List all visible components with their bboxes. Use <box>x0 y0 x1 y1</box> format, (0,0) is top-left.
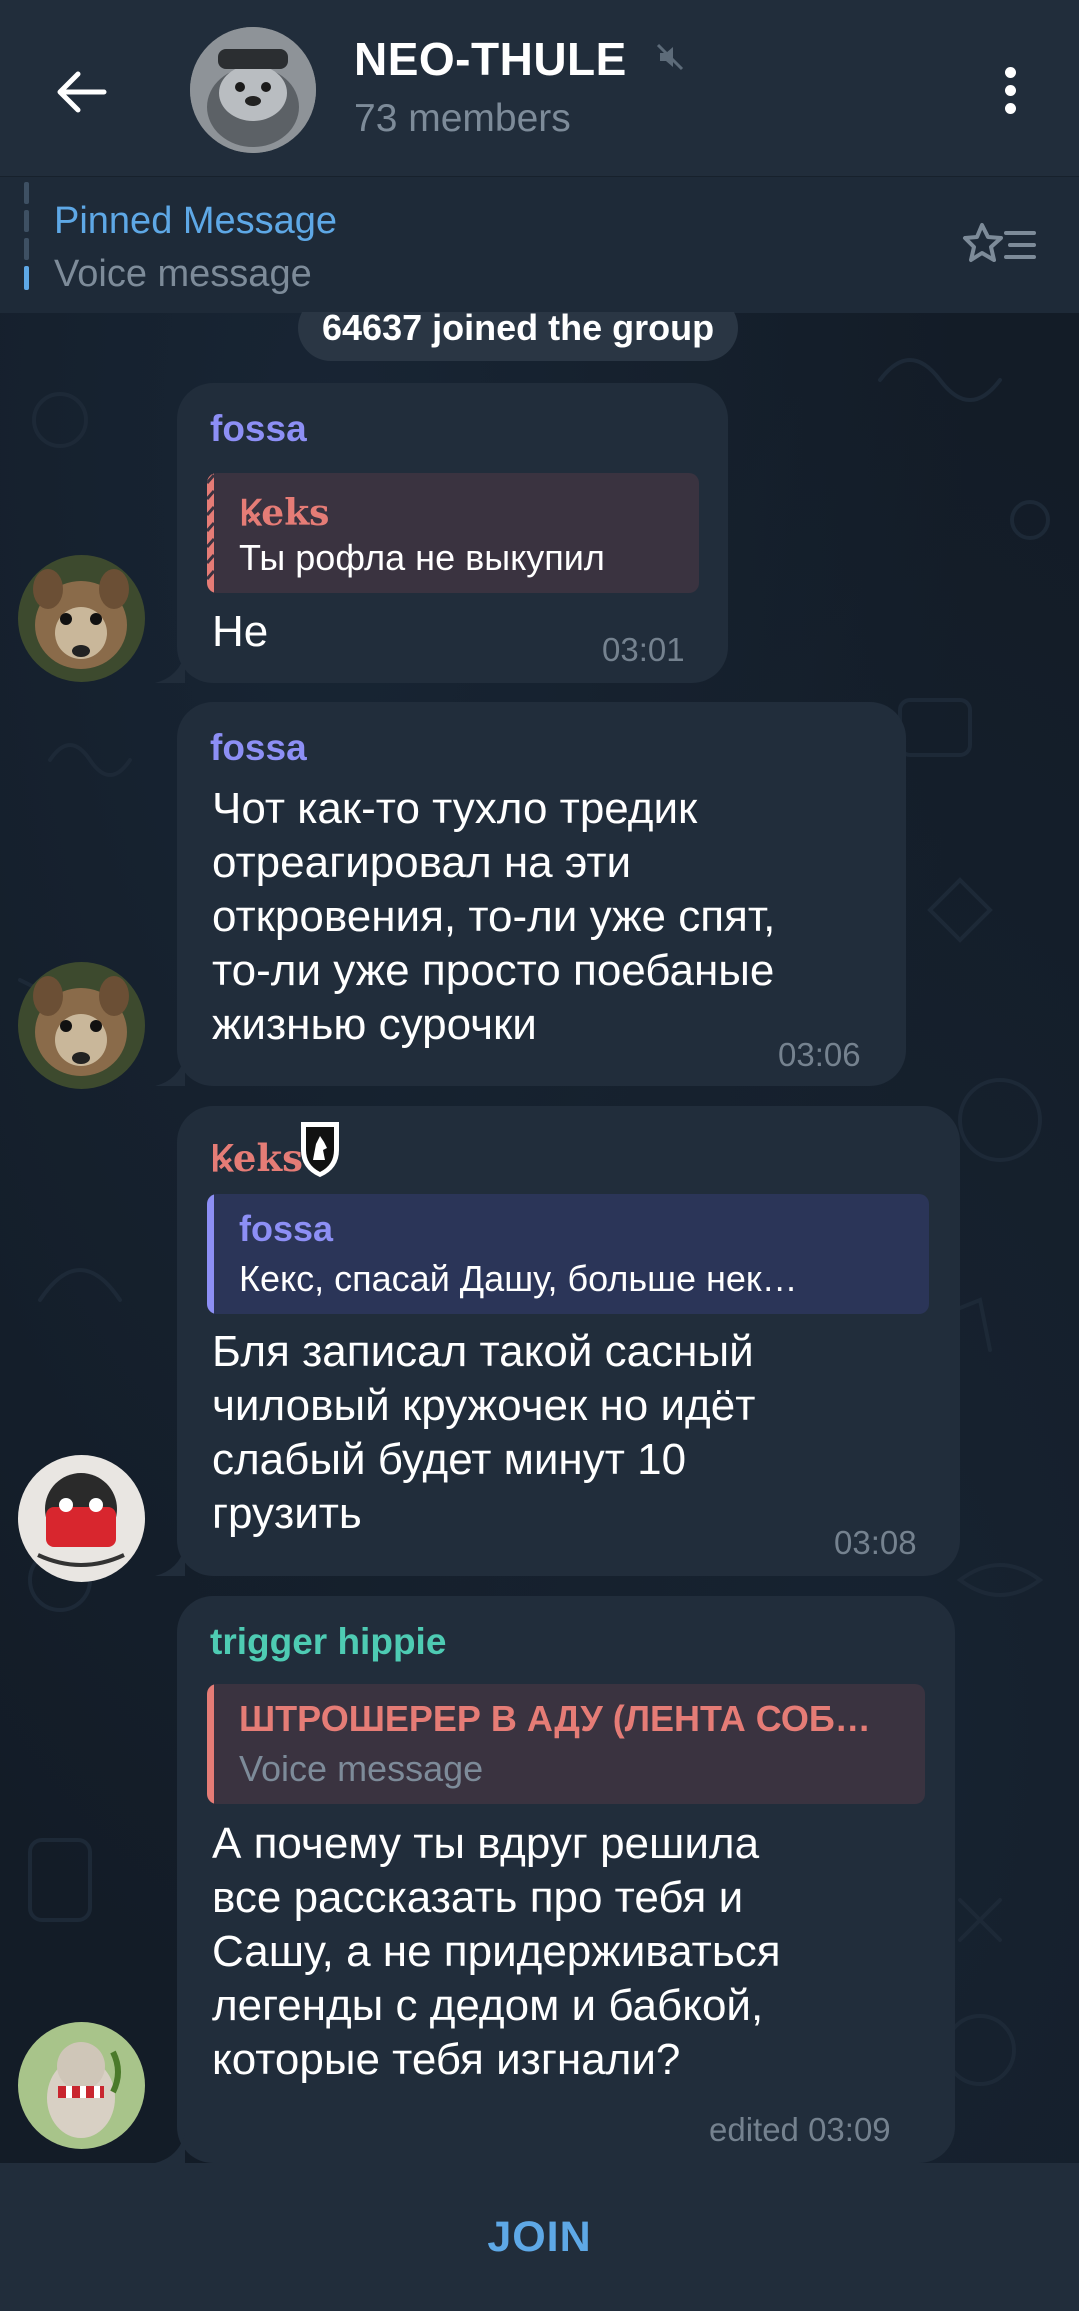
more-dot-icon <box>1004 66 1016 78</box>
more-dot-icon <box>1004 102 1016 114</box>
message-line: которые тебя изгнали? <box>212 2035 681 2084</box>
message-time: 03:06 <box>778 1036 861 1073</box>
back-arrow-icon <box>57 71 107 113</box>
bubble-tail <box>155 653 185 683</box>
reply-quote[interactable]: fossa Кекс, спасай Дашу, больше нек… <box>207 1194 929 1314</box>
reply-text: Ты рофла не выкупил <box>239 537 605 578</box>
message-bubble[interactable]: Ꝃeks fossa Кекс, спасай Дашу, больше нек… <box>155 1106 960 1576</box>
reply-bar <box>207 1684 214 1804</box>
message-line: А почему ты вдруг решила <box>212 1819 760 1868</box>
message-line: жизнью сурочки <box>212 1000 537 1049</box>
reply-sender: Ꝃeks <box>239 492 330 534</box>
sender-avatar-trigger-hippie[interactable] <box>18 2022 145 2149</box>
message-line: отреагировал на эти <box>212 838 632 887</box>
pinned-title: Pinned Message <box>54 200 338 242</box>
reply-bar <box>207 473 214 593</box>
group-avatar[interactable] <box>190 27 316 153</box>
message-line: Сашу, а не придерживаться <box>212 1927 781 1976</box>
message-time: 03:01 <box>602 631 685 668</box>
join-button[interactable]: JOIN <box>487 2213 591 2262</box>
sender-avatar-fossa[interactable] <box>18 962 145 1089</box>
message-line: Бля записал такой сасный <box>212 1327 754 1376</box>
bubble-tail <box>155 1546 185 1576</box>
chat-header: NEO-THULE 73 members <box>0 0 1079 176</box>
more-options-button[interactable] <box>985 55 1035 125</box>
bubble-tail <box>155 2133 185 2163</box>
reply-bar <box>207 1194 214 1314</box>
message-line: все рассказать про тебя и <box>212 1873 744 1922</box>
message-text: Не <box>212 607 269 656</box>
chat-title[interactable]: NEO-THULE <box>354 32 627 86</box>
pinned-message-bar[interactable]: Pinned Message Voice message <box>0 176 1079 313</box>
bubble-tail <box>155 1056 185 1086</box>
sender-name[interactable]: fossa <box>210 727 307 769</box>
reply-sender: fossa <box>239 1208 334 1249</box>
reply-text: Кекс, спасай Дашу, больше нек… <box>239 1258 798 1299</box>
back-button[interactable] <box>40 50 124 134</box>
message-line: откровения, то-ли уже спят, <box>212 892 776 941</box>
reply-quote[interactable]: ШТРОШЕРЕР В АДУ (ЛЕНТА СОБ… Voice messag… <box>207 1684 925 1804</box>
message-text: А почему ты вдруг решила все рассказать … <box>212 1817 781 2087</box>
sender-name[interactable]: Ꝃeks <box>210 1131 303 1182</box>
sender-name[interactable]: fossa <box>210 408 307 450</box>
message-line: Чот как-то тухло тредик <box>212 784 698 833</box>
message-time: edited 03:09 <box>709 2111 891 2148</box>
pinned-list-icon[interactable] <box>962 219 1038 267</box>
more-dot-icon <box>1004 84 1016 96</box>
pinned-preview: Voice message <box>54 253 312 295</box>
message-line: чиловый кружочек но идёт <box>212 1381 756 1430</box>
message-bubble[interactable]: trigger hippie ШТРОШЕРЕР В АДУ (ЛЕНТА СО… <box>155 1596 955 2163</box>
sender-name[interactable]: trigger hippie <box>210 1621 446 1663</box>
message-bubble[interactable]: fossa Ꝃeks Ты рофла не выкупил Не 03:01 <box>155 383 728 683</box>
message-bubble[interactable]: fossa Чот как-то тухло тредик отреагиров… <box>155 702 906 1086</box>
muted-icon <box>656 43 684 71</box>
join-bar: JOIN <box>0 2163 1079 2311</box>
shield-badge-icon <box>301 1122 339 1178</box>
message-line: то-ли уже просто поебаные <box>212 946 775 995</box>
message-text: Чот как-то тухло тредик отреагировал на … <box>212 782 775 1052</box>
sender-avatar-fossa[interactable] <box>18 555 145 682</box>
message-line: слабый будет минут 10 <box>212 1435 687 1484</box>
pinned-indicator <box>24 182 29 290</box>
reply-quote[interactable]: Ꝃeks Ты рофла не выкупил <box>207 473 699 593</box>
member-count: 73 members <box>354 97 571 140</box>
reply-text: Voice message <box>239 1748 484 1789</box>
message-line: грузить <box>212 1489 362 1538</box>
message-time: 03:08 <box>834 1524 917 1561</box>
sender-avatar-keks[interactable] <box>18 1455 145 1582</box>
reply-sender: ШТРОШЕРЕР В АДУ (ЛЕНТА СОБ… <box>239 1698 871 1739</box>
message-text: Бля записал такой сасный чиловый кружоче… <box>212 1325 755 1541</box>
message-line: легенды с дедом и бабкой, <box>212 1981 764 2030</box>
